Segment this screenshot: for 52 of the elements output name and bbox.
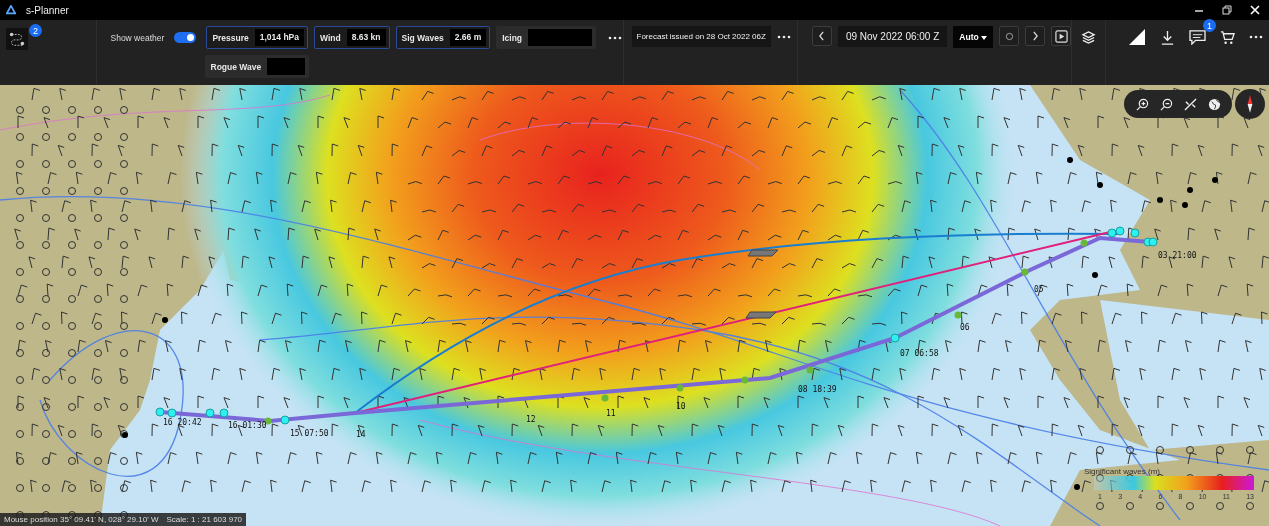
route-waypoint-label: 16 20:42: [163, 418, 202, 427]
route-waypoint-label: 11: [606, 409, 616, 418]
play-button[interactable]: [1051, 26, 1072, 46]
weather-readout[interactable]: Wind 8.63 kn: [314, 26, 390, 49]
route-waypoint-label: 14: [356, 430, 366, 439]
route-waypoint-label: 10: [676, 402, 686, 411]
compass-needle-icon: [1246, 94, 1254, 114]
readout-label: Pressure: [212, 32, 249, 43]
close-icon: [1250, 5, 1260, 15]
readout-value-field: [267, 58, 306, 75]
chevron-left-icon: [818, 31, 826, 41]
more-icon: [1249, 35, 1263, 39]
playback-mode-dropdown[interactable]: Auto: [953, 26, 994, 48]
readout-value: 8.63 kn: [346, 29, 386, 46]
route-waypoint-label: 05: [1034, 285, 1044, 294]
route-waypoint-label: 12: [526, 415, 536, 424]
map-scale-text: Scale: 1 : 21 603 970: [166, 515, 243, 524]
readout-label: Icing: [502, 32, 523, 43]
mouse-position-text: Mouse position 35° 09.41' N, 028° 29.10' W: [4, 515, 159, 524]
weather-readout[interactable]: Sig Waves 2.66 m: [395, 26, 491, 49]
more-icon: [776, 35, 791, 39]
forecast-issued-text: Forecast issued on 28 Oct 2022 06Z: [631, 26, 771, 47]
route-waypoint-label: 06: [960, 323, 970, 332]
route-waypoint-label: 15 07:50: [290, 429, 329, 438]
chevron-right-icon: [1031, 31, 1039, 41]
route-waypoint-label: 16 01:30: [228, 421, 267, 430]
circle-icon: [1004, 31, 1014, 41]
stop-button[interactable]: [999, 26, 1020, 46]
readout-label: Wind: [320, 32, 341, 43]
show-weather-label: Show weather: [110, 32, 165, 43]
restore-icon: [1222, 5, 1232, 15]
routes-button[interactable]: [6, 28, 28, 50]
previous-button[interactable]: [811, 26, 832, 46]
readout-label: Rogue Wave: [210, 61, 262, 72]
weather-readout[interactable]: Icing: [496, 26, 597, 49]
readout-label: Sig Waves: [401, 32, 444, 43]
route-waypoint-label: 07 06:58: [900, 349, 939, 358]
forecast-time-field[interactable]: 09 Nov 2022 06:00 Z: [837, 26, 948, 47]
weather-readout[interactable]: Pressure 1,014 hPa: [206, 26, 308, 49]
readout-value: 2.66 m: [449, 29, 487, 46]
caret-icon: [981, 36, 988, 40]
weather-readout[interactable]: Rogue Wave: [204, 55, 310, 78]
show-weather-toggle[interactable]: [174, 32, 197, 43]
app-logo-icon: [6, 5, 16, 15]
route-waypoint-label: 08 18:39: [798, 385, 837, 394]
notification-badge: 2: [29, 24, 42, 37]
next-button[interactable]: [1025, 26, 1046, 46]
window-title: s-Planner: [26, 4, 69, 16]
readout-value-field: [528, 29, 593, 46]
route-waypoint-label: 03 21:00: [1158, 251, 1197, 260]
more-icon: [608, 35, 623, 40]
readout-value: 1,014 hPa: [254, 29, 304, 46]
